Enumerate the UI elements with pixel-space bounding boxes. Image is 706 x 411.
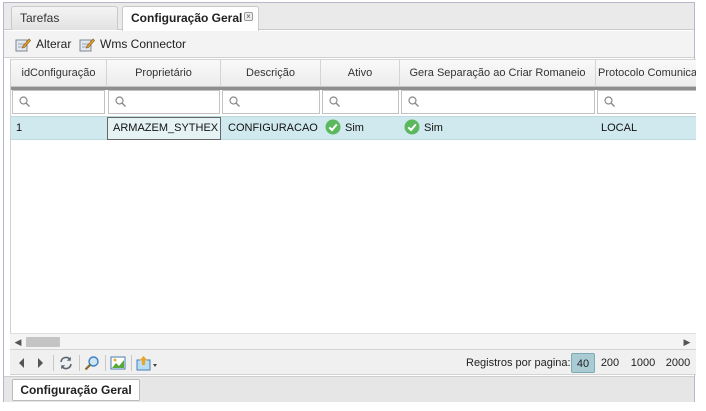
main-window: Tarefas Principais Configuração Geral × … — [3, 2, 696, 402]
divider — [79, 355, 80, 371]
search-icon — [19, 96, 30, 107]
connector-icon — [79, 38, 95, 52]
tab-strip: Tarefas Principais Configuração Geral × — [4, 3, 694, 47]
refresh-icon[interactable] — [58, 355, 74, 371]
filter-input-descricao[interactable] — [222, 90, 320, 114]
cell-descricao[interactable]: CONFIGURACAO — [223, 117, 321, 139]
scroll-right-arrow-icon[interactable]: ▶ — [682, 337, 692, 347]
zoom-search-icon[interactable] — [84, 355, 100, 371]
close-icon[interactable]: × — [244, 12, 253, 21]
column-header-ativo[interactable]: Ativo — [321, 60, 400, 87]
tab-label: Configuração Geral — [131, 11, 243, 25]
filter-input-proprietario[interactable] — [108, 90, 220, 114]
ativo-value: Sim — [345, 122, 364, 134]
wms-connector-label: Wms Connector — [100, 37, 187, 51]
search-icon — [329, 96, 340, 107]
scroll-left-arrow-icon[interactable]: ◀ — [13, 337, 23, 347]
horizontal-scrollbar[interactable]: ◀ ▶ — [10, 333, 696, 349]
cell-ativo[interactable]: Sim — [321, 117, 400, 139]
filter-input-idconfiguracao[interactable] — [12, 90, 105, 114]
page-size-option-200[interactable]: 200 — [597, 353, 623, 373]
cell-id[interactable]: 1 — [11, 117, 107, 139]
paging-toolbar: Registros por pagina: 40 200 1000 2000 — [10, 349, 696, 375]
export-dropdown-icon[interactable] — [136, 355, 160, 371]
table-row[interactable]: 1 ARMAZEM_SYTHEX CONFIGURACAO Sim Sim LO… — [11, 116, 696, 140]
filter-row — [11, 90, 696, 115]
page-size-option-2000[interactable]: 2000 — [662, 353, 694, 373]
tab-tarefas-principais[interactable]: Tarefas Principais — [11, 6, 118, 47]
divider — [105, 355, 106, 371]
gera-separacao-value: Sim — [424, 122, 443, 134]
records-per-page-label: Registros por pagina: — [466, 357, 571, 369]
taskbar-tab-configuracao-geral[interactable]: Configuração Geral — [12, 379, 140, 401]
chart-image-icon[interactable] — [110, 355, 126, 371]
edit-icon — [15, 38, 31, 52]
search-icon — [604, 96, 615, 107]
cell-protocolo[interactable]: LOCAL — [596, 117, 696, 139]
check-icon — [404, 119, 420, 135]
column-header-proprietario[interactable]: Proprietário — [107, 60, 221, 87]
grid-header: idConfiguração Proprietário Descrição At… — [11, 59, 696, 87]
wms-connector-button[interactable]: Wms Connector — [79, 36, 189, 53]
bottom-taskbar: Configuração Geral — [4, 376, 694, 402]
alterar-button[interactable]: Alterar — [15, 36, 77, 53]
cell-gera-separacao[interactable]: Sim — [400, 117, 596, 139]
column-header-descricao[interactable]: Descrição — [221, 60, 321, 87]
tab-configuracao-geral[interactable]: Configuração Geral × — [122, 6, 259, 31]
filter-input-gera-separacao[interactable] — [401, 90, 595, 114]
search-icon — [115, 96, 126, 107]
page-size-option-40[interactable]: 40 — [571, 353, 595, 373]
data-grid: idConfiguração Proprietário Descrição At… — [10, 59, 696, 349]
page-size-option-1000[interactable]: 1000 — [627, 353, 659, 373]
next-page-icon[interactable] — [32, 355, 48, 371]
toolbar: Alterar Wms Connector — [4, 31, 694, 58]
alterar-label: Alterar — [36, 37, 72, 51]
divider — [53, 355, 54, 371]
search-icon — [408, 96, 419, 107]
search-icon — [229, 96, 240, 107]
check-icon — [325, 119, 341, 135]
filter-input-protocolo[interactable] — [597, 90, 696, 114]
column-header-idconfiguracao[interactable]: idConfiguração — [11, 60, 107, 87]
column-header-protocolo[interactable]: Protocolo Comunicação — [596, 60, 696, 87]
cell-proprietario[interactable]: ARMAZEM_SYTHEX — [107, 117, 221, 140]
divider — [131, 355, 132, 371]
column-header-gera-separacao[interactable]: Gera Separação ao Criar Romaneio — [400, 60, 596, 87]
scrollbar-thumb[interactable] — [26, 337, 60, 347]
filter-input-ativo[interactable] — [322, 90, 399, 114]
previous-page-icon[interactable] — [14, 355, 30, 371]
